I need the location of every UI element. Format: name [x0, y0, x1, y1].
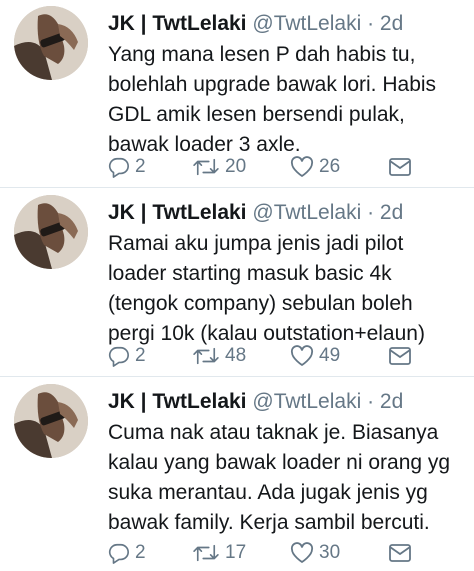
- author-name[interactable]: JK | TwtLelaki: [108, 390, 247, 413]
- avatar[interactable]: [14, 6, 88, 80]
- tweet-text-line: Ramai aku jumpa jenis jadi pilot: [108, 232, 404, 255]
- timestamp[interactable]: 2d: [380, 390, 403, 413]
- author-handle[interactable]: @TwtLelaki: [252, 12, 361, 35]
- envelope-icon: [389, 347, 411, 365]
- reply-icon: [108, 157, 129, 178]
- author-handle[interactable]: @TwtLelaki: [252, 390, 361, 413]
- heart-icon: [290, 542, 314, 563]
- tweet-actions: 2 20 26: [108, 152, 428, 182]
- tweet-header: JK | TwtLelaki @TwtLelaki · 2d: [108, 199, 403, 227]
- tweet-2[interactable]: JK | TwtLelaki @TwtLelaki · 2d Ramai aku…: [0, 189, 474, 377]
- tweet-3[interactable]: JK | TwtLelaki @TwtLelaki · 2d Cuma nak …: [0, 378, 474, 566]
- envelope-icon: [389, 544, 411, 562]
- tweet-actions: 2 48 49: [108, 341, 428, 371]
- retweet-button[interactable]: 48: [192, 341, 246, 371]
- avatar[interactable]: [14, 384, 88, 458]
- like-count: 30: [319, 542, 341, 563]
- retweet-icon: [193, 158, 219, 176]
- retweet-icon: [193, 347, 219, 365]
- timestamp[interactable]: 2d: [380, 201, 403, 224]
- reply-icon: [108, 543, 129, 564]
- direct-message-button[interactable]: [388, 538, 417, 568]
- tweet-text: Ramai aku jumpa jenis jadi pilot loader …: [108, 229, 468, 349]
- like-button[interactable]: 26: [290, 152, 340, 182]
- separator: ·: [367, 390, 375, 413]
- tweet-text-line: (tengok company) sebulan boleh: [108, 292, 413, 315]
- tweet-text-line: bawak family. Kerja sambil bercuti.: [108, 511, 430, 534]
- separator: ·: [367, 12, 375, 35]
- reply-button[interactable]: 2: [108, 341, 146, 371]
- retweet-button[interactable]: 17: [192, 538, 246, 568]
- tweet-header: JK | TwtLelaki @TwtLelaki · 2d: [108, 10, 403, 38]
- avatar-photo-icon: [14, 384, 88, 458]
- retweet-button[interactable]: 20: [192, 152, 246, 182]
- tweet-text-line: bolehlah upgrade bawak lori. Habis: [108, 73, 437, 96]
- tweet-text-line: Yang mana lesen P dah habis tu,: [108, 43, 416, 66]
- heart-icon: [290, 345, 314, 366]
- tweet-header: JK | TwtLelaki @TwtLelaki · 2d: [108, 388, 403, 416]
- heart-icon: [290, 156, 314, 177]
- retweet-count: 20: [225, 156, 247, 177]
- tweet-text-line: Cuma nak atau taknak je. Biasanya: [108, 421, 439, 444]
- avatar[interactable]: [14, 195, 88, 269]
- retweet-icon: [193, 544, 219, 562]
- separator: ·: [367, 201, 375, 224]
- tweet-text: Yang mana lesen P dah habis tu, bolehlah…: [108, 40, 468, 160]
- reply-button[interactable]: 2: [108, 152, 146, 182]
- tweet-text-line: loader starting masuk basic 4k: [108, 262, 392, 285]
- direct-message-button[interactable]: [388, 341, 417, 371]
- tweet-text-line: kalau yang bawak loader ni orang yg: [108, 451, 451, 474]
- tweet-text-line: suka merantau. Ada jugak jenis yg: [108, 481, 428, 504]
- retweet-count: 48: [225, 345, 247, 366]
- tweet-divider: [0, 187, 474, 188]
- reply-button[interactable]: 2: [108, 538, 146, 568]
- reply-icon: [108, 346, 129, 367]
- reply-count: 2: [135, 156, 146, 177]
- retweet-count: 17: [225, 542, 247, 563]
- avatar-photo-icon: [14, 195, 88, 269]
- author-name[interactable]: JK | TwtLelaki: [108, 201, 247, 224]
- envelope-icon: [389, 158, 411, 176]
- like-button[interactable]: 30: [290, 538, 340, 568]
- author-name[interactable]: JK | TwtLelaki: [108, 12, 247, 35]
- tweet-actions: 2 17 30: [108, 538, 428, 568]
- like-count: 26: [319, 156, 341, 177]
- tweet-divider: [0, 376, 474, 377]
- like-count: 49: [319, 345, 341, 366]
- direct-message-button[interactable]: [388, 152, 417, 182]
- like-button[interactable]: 49: [290, 341, 340, 371]
- author-handle[interactable]: @TwtLelaki: [252, 201, 361, 224]
- tweet-1[interactable]: JK | TwtLelaki @TwtLelaki · 2d Yang mana…: [0, 0, 474, 188]
- timestamp[interactable]: 2d: [380, 12, 403, 35]
- avatar-photo-icon: [14, 6, 88, 80]
- tweet-text: Cuma nak atau taknak je. Biasanya kalau …: [108, 418, 468, 538]
- reply-count: 2: [135, 345, 146, 366]
- reply-count: 2: [135, 542, 146, 563]
- tweet-text-line: GDL amik lesen bersendi pulak,: [108, 103, 405, 126]
